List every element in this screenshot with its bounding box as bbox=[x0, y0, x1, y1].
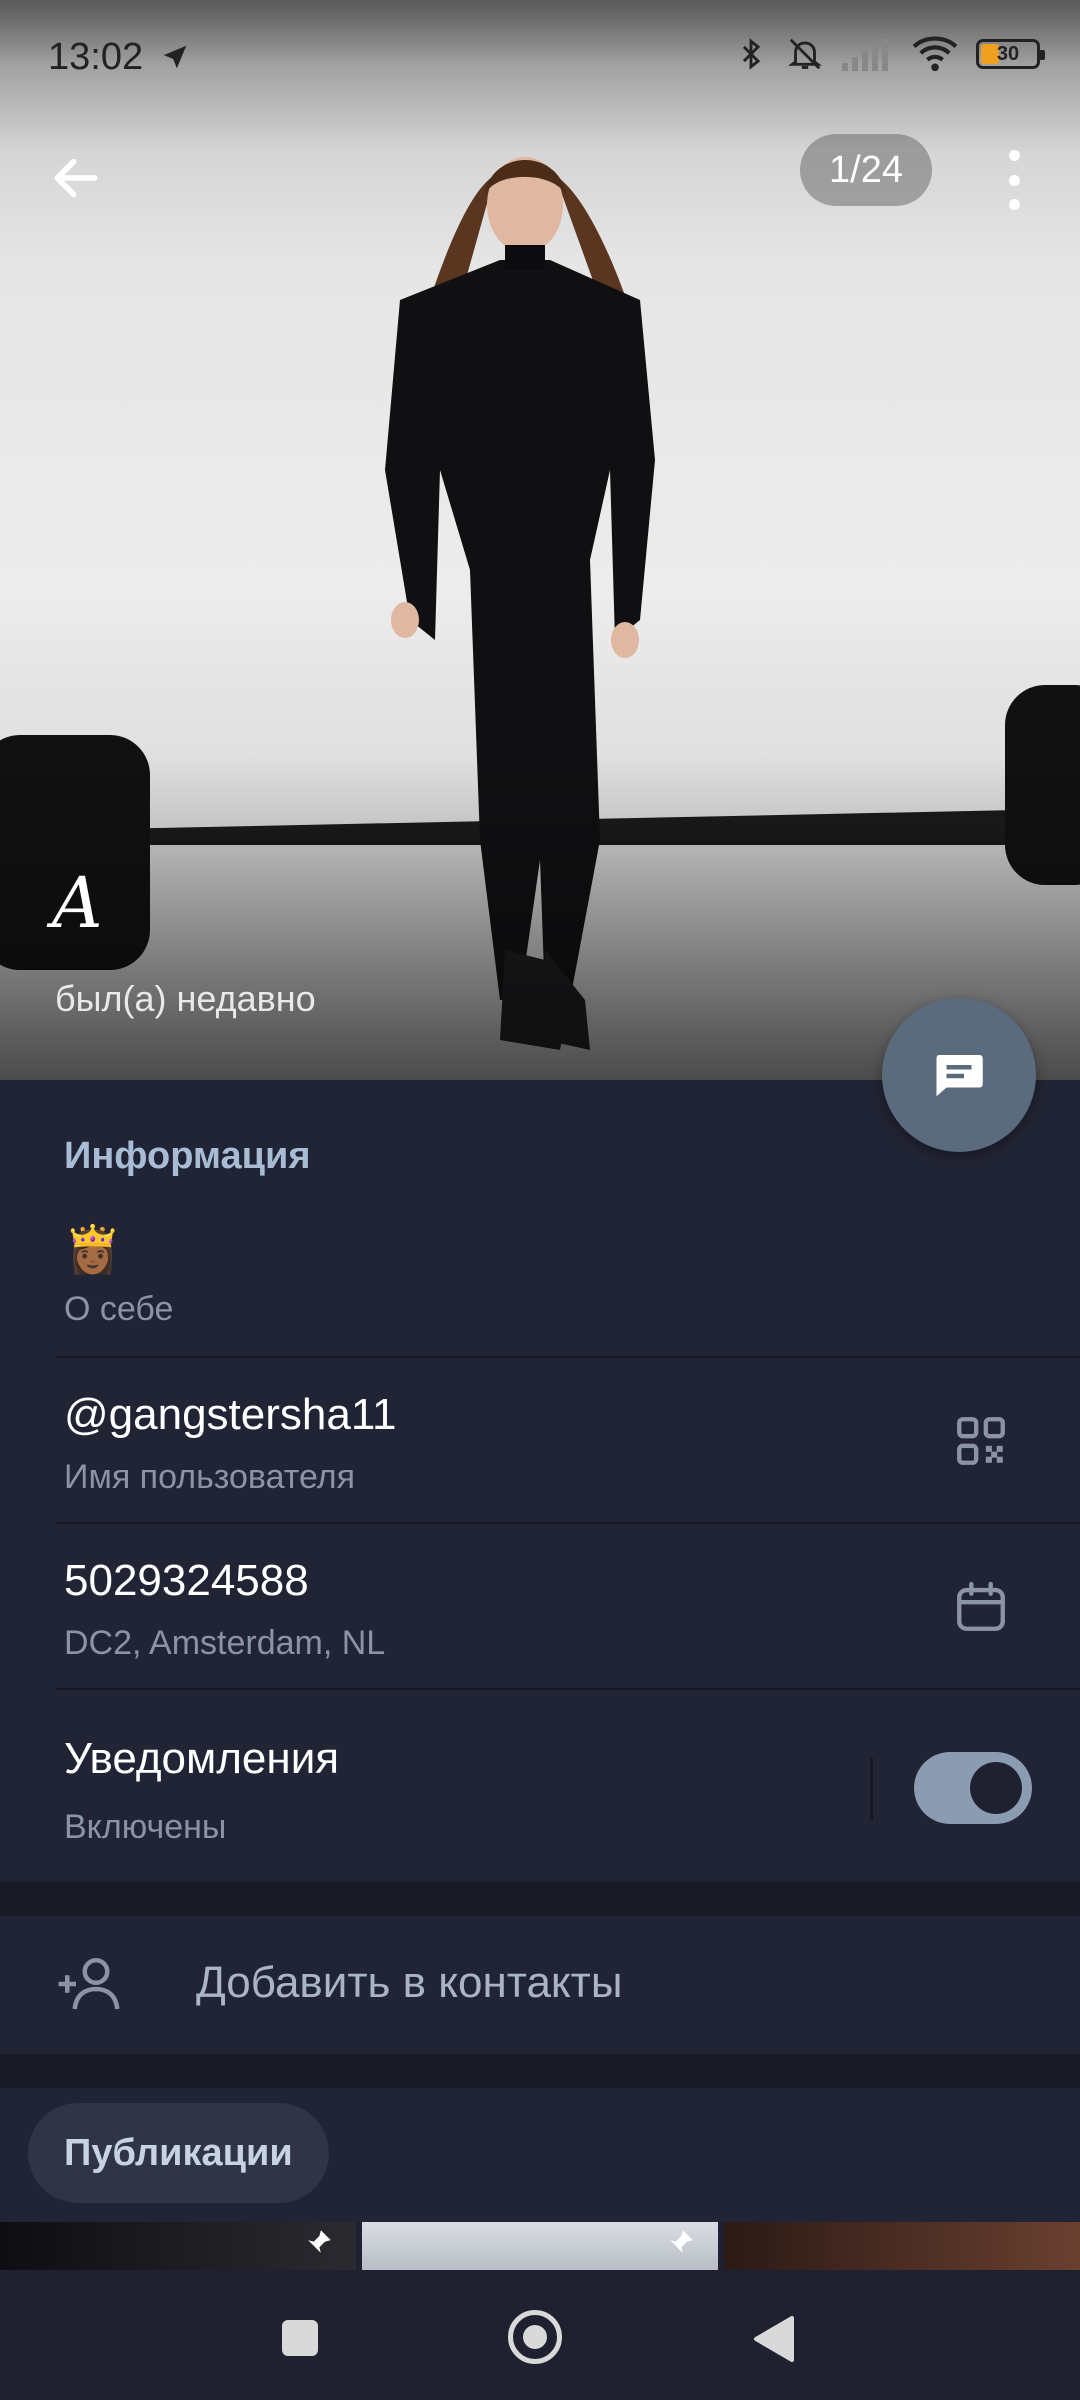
bio-value: 👸🏾 bbox=[64, 1223, 122, 1275]
publication-thumbnail[interactable] bbox=[362, 2222, 718, 2270]
last-seen-status: был(а) недавно bbox=[55, 978, 316, 1019]
user-id-label: DC2, Amsterdam, NL bbox=[64, 1624, 386, 1662]
bio-label: О себе bbox=[64, 1290, 174, 1328]
battery-icon: 30 bbox=[976, 39, 1045, 69]
section-gap bbox=[0, 1882, 1080, 1916]
username-label: Имя пользователя bbox=[64, 1458, 355, 1496]
divider bbox=[56, 1356, 1080, 1358]
publication-thumbnail[interactable] bbox=[0, 2222, 356, 2270]
recent-apps-button[interactable] bbox=[282, 2320, 318, 2356]
publications-bar: Публикации bbox=[0, 2088, 1080, 2222]
wifi-icon bbox=[912, 36, 958, 72]
status-time: 13:02 bbox=[48, 36, 144, 78]
publications-grid bbox=[0, 2222, 1080, 2270]
pin-icon bbox=[308, 2230, 331, 2253]
system-nav-bar bbox=[0, 2270, 1080, 2400]
notifications-title[interactable]: Уведомления bbox=[64, 1734, 339, 1784]
divider bbox=[56, 1522, 1080, 1524]
home-button[interactable] bbox=[508, 2310, 562, 2364]
nav-back-icon[interactable] bbox=[752, 2314, 796, 2364]
more-vertical-icon[interactable] bbox=[996, 150, 1032, 210]
message-button[interactable] bbox=[882, 998, 1036, 1152]
bluetooth-icon bbox=[742, 38, 761, 70]
signal-icon bbox=[842, 39, 888, 71]
publication-thumbnail[interactable] bbox=[724, 2222, 1080, 2270]
user-id-value[interactable]: 5029324588 bbox=[64, 1556, 309, 1606]
notifications-toggle[interactable] bbox=[914, 1752, 1032, 1824]
add-contact-button[interactable]: Добавить в контакты bbox=[0, 1916, 1080, 2054]
username-value[interactable]: @gangstersha11 bbox=[64, 1390, 397, 1440]
section-gap bbox=[0, 2054, 1080, 2088]
tab-publications[interactable]: Публикации bbox=[28, 2103, 329, 2203]
bell-off-icon bbox=[788, 38, 822, 70]
add-user-icon bbox=[58, 1958, 120, 2010]
toggle-knob bbox=[970, 1762, 1022, 1814]
toggle-separator bbox=[870, 1758, 873, 1820]
pin-icon bbox=[670, 2230, 693, 2253]
arrow-left-icon[interactable] bbox=[48, 150, 104, 206]
photo-counter: 1/24 bbox=[800, 134, 932, 206]
add-contact-label: Добавить в контакты bbox=[196, 1958, 623, 2007]
notifications-status: Включены bbox=[64, 1808, 227, 1846]
chat-icon bbox=[936, 1055, 983, 1097]
qr-code-icon[interactable] bbox=[952, 1412, 1010, 1470]
location-arrow-icon bbox=[163, 45, 187, 69]
status-bar: 13:02 30 bbox=[0, 0, 1080, 110]
info-section-title: Информация bbox=[64, 1135, 311, 1177]
battery-level: 30 bbox=[996, 42, 1020, 65]
profile-name: A bbox=[52, 862, 103, 944]
calendar-icon[interactable] bbox=[952, 1578, 1010, 1636]
divider bbox=[56, 1688, 1080, 1690]
